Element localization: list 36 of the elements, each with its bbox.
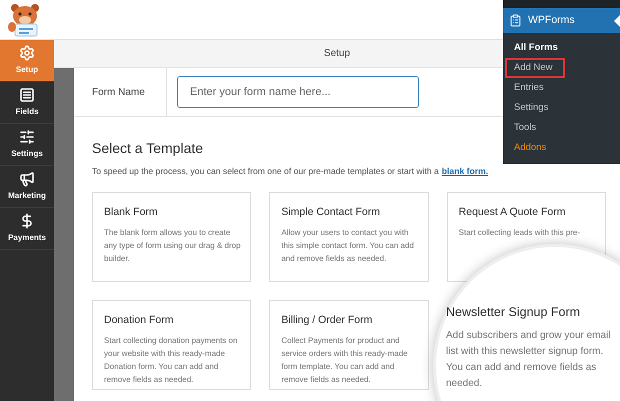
admin-menu-item[interactable]: Entries [505, 78, 618, 98]
template-title: Billing / Order Form [281, 312, 374, 328]
form-icon [509, 14, 522, 27]
template-card[interactable]: Donation Form Start collecting donation payments on your website with this ready-made Donation form. You can add and remove fields as needed. [92, 300, 252, 390]
template-description: Allow your users to contact you with this simple contact form. You can add and remove fields as needed. [281, 226, 415, 265]
template-title: Simple Contact Form [281, 204, 381, 220]
template-title: Blank Form [104, 204, 159, 220]
admin-menu-item[interactable]: Tools [505, 118, 618, 138]
section-heading: Select a Template [92, 139, 204, 158]
intro-text: To speed up the process, you can select from one of our pre-made templates or start with a [92, 165, 439, 178]
pointer-icon [614, 15, 620, 27]
megaphone-icon [19, 171, 35, 187]
template-description: Start collecting donation payments on your website with this ready-made Donation form. You can add and remove fields as needed. [104, 334, 238, 386]
magnified-description: Add subscribers and grow your email list with this newsletter signup form. You can add and remove fields as needed. [446, 328, 611, 391]
template-description: Start collecting leads with this pre- [458, 226, 582, 239]
template-card[interactable]: Billing / Order Form Collect Payments for product and service orders with this ready-made form template. You can add and remove fields as needed. [269, 300, 429, 390]
magnified-title: Newsletter Signup Form [446, 304, 582, 321]
settings-icon [19, 45, 35, 61]
list-icon [19, 87, 35, 103]
template-card[interactable]: Simple Contact Form Allow your users to contact you with this simple contact form. You can add and remove fields as needed. [269, 192, 429, 282]
toolbar-title: Setup [324, 47, 350, 61]
admin-menu-header[interactable]: WPForms [503, 8, 620, 33]
template-title: Donation Form [104, 312, 174, 328]
template-title: Request A Quote Form [458, 204, 566, 220]
template-description: The blank form allows you to create any type of form using our drag & drop builder. [104, 226, 242, 265]
admin-menu-item[interactable]: Settings [505, 98, 618, 118]
form-name-input[interactable]: Enter your form name here... [177, 76, 419, 108]
template-card[interactable]: Blank Form The blank form allows you to create any type of form using our drag & drop builder. [92, 192, 252, 282]
admin-menu-item[interactable]: Addons [505, 138, 618, 158]
template-description: Collect Payments for product and service orders with this ready-made form template. You can add and remove fields as needed. [281, 334, 409, 386]
blank-form-link[interactable]: blank form. [442, 165, 488, 178]
admin-menu-item[interactable]: Add New [505, 58, 565, 78]
form-name-label: Form Name [92, 86, 145, 100]
admin-menu-item[interactable]: All Forms [505, 38, 618, 58]
dollar-icon [19, 213, 35, 229]
sliders-icon [19, 129, 35, 145]
